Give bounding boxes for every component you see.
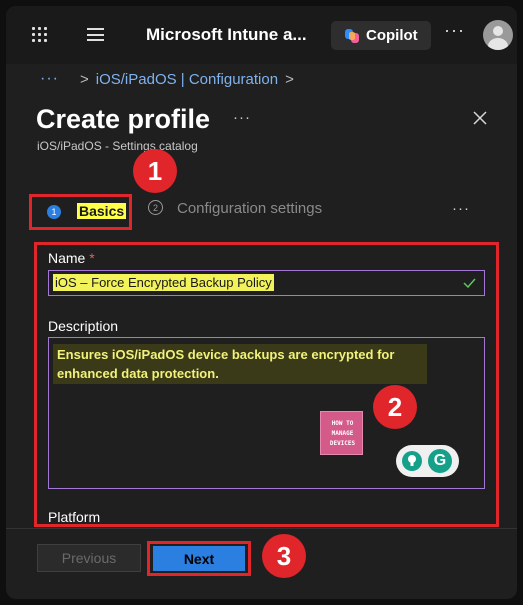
step-1-indicator: 1 bbox=[47, 205, 61, 219]
how-to-manage-devices-logo: HOW TO MANAGE DEVICES bbox=[320, 411, 363, 455]
page-subtitle: iOS/iPadOS - Settings catalog bbox=[37, 139, 198, 153]
app-title: Microsoft Intune a... bbox=[146, 25, 307, 44]
breadcrumb-item-configuration[interactable]: iOS/iPadOS | Configuration bbox=[96, 71, 278, 88]
name-label: Name * bbox=[48, 250, 95, 266]
close-icon[interactable] bbox=[472, 110, 488, 126]
intune-window: Microsoft Intune a... Copilot ··· ··· > … bbox=[6, 6, 517, 599]
copilot-label: Copilot bbox=[366, 27, 418, 44]
grammarly-widget[interactable]: G bbox=[396, 445, 459, 477]
tabs-more-icon[interactable]: ··· bbox=[452, 200, 470, 217]
logo-line-1: HOW TO bbox=[331, 420, 354, 427]
description-label: Description bbox=[48, 318, 119, 334]
avatar[interactable] bbox=[483, 20, 513, 50]
app-launcher-icon[interactable] bbox=[32, 27, 48, 43]
platform-label: Platform bbox=[48, 509, 101, 525]
breadcrumb: ··· > iOS/iPadOS | Configuration > bbox=[40, 70, 301, 88]
annotation-marker-2: 2 bbox=[373, 385, 417, 429]
copilot-icon bbox=[345, 28, 359, 43]
name-input[interactable]: iOS – Force Encrypted Backup Policy bbox=[48, 270, 485, 296]
lightbulb-icon bbox=[402, 451, 422, 471]
breadcrumb-separator: > bbox=[285, 70, 294, 88]
title-more-icon[interactable]: ··· bbox=[233, 109, 251, 126]
description-value: Ensures iOS/iPadOS device backups are en… bbox=[57, 347, 395, 381]
breadcrumb-more-icon[interactable]: ··· bbox=[40, 70, 59, 88]
previous-button[interactable]: Previous bbox=[37, 544, 141, 572]
breadcrumb-separator: > bbox=[79, 70, 89, 88]
basics-form: Name * iOS – Force Encrypted Backup Poli… bbox=[34, 242, 499, 527]
menu-icon[interactable] bbox=[87, 28, 104, 41]
annotation-marker-1: 1 bbox=[133, 149, 177, 193]
tab-basics[interactable]: 1 Basics bbox=[29, 194, 132, 230]
annotation-marker-3: 3 bbox=[262, 534, 306, 578]
tab-configuration-settings[interactable]: Configuration settings bbox=[177, 200, 322, 217]
step-2-indicator: 2 bbox=[148, 200, 163, 215]
copilot-button[interactable]: Copilot bbox=[331, 21, 431, 50]
footer-divider bbox=[6, 528, 517, 529]
name-label-text: Name bbox=[48, 250, 86, 266]
top-bar: Microsoft Intune a... Copilot ··· bbox=[6, 6, 517, 64]
logo-line-3: DEVICES bbox=[329, 440, 356, 447]
tab-basics-label: Basics bbox=[77, 203, 127, 219]
required-mark: * bbox=[89, 250, 95, 266]
next-button-highlight: Next bbox=[147, 541, 251, 576]
page-title: Create profile bbox=[36, 104, 211, 134]
check-icon bbox=[463, 278, 476, 288]
logo-line-2: MANAGE bbox=[331, 430, 354, 437]
name-input-value: iOS – Force Encrypted Backup Policy bbox=[53, 274, 274, 291]
more-options-icon[interactable]: ··· bbox=[444, 20, 465, 41]
grammarly-icon: G bbox=[428, 449, 452, 473]
next-button[interactable]: Next bbox=[153, 546, 245, 571]
